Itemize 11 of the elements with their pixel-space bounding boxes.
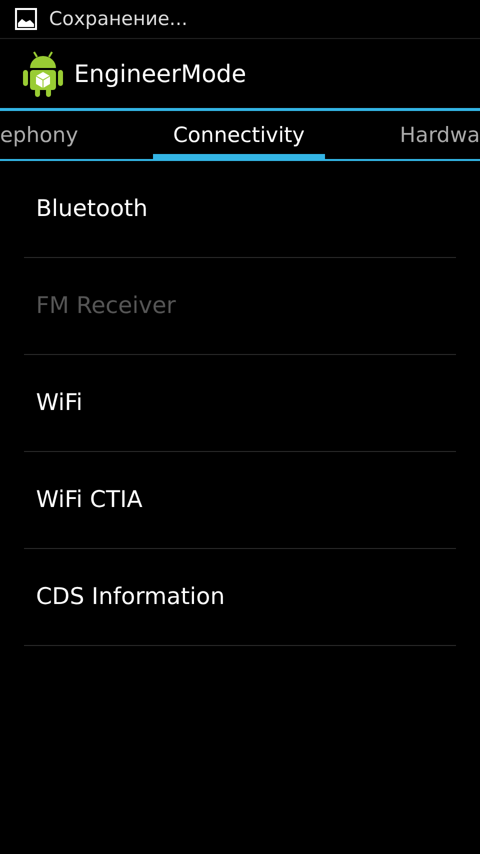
notification-text: Сохранение... — [49, 8, 188, 30]
app-title: EngineerMode — [74, 60, 246, 88]
list-item[interactable]: WiFi CTIA — [24, 452, 456, 549]
list-item[interactable]: CDS Information — [24, 549, 456, 646]
tab[interactable]: Connectivity — [153, 111, 325, 159]
tab[interactable]: Hardwa — [400, 111, 480, 159]
tab[interactable]: ephony — [0, 111, 78, 159]
list-item[interactable]: Bluetooth — [24, 161, 456, 258]
picture-icon — [15, 8, 37, 30]
list-item[interactable]: WiFi — [24, 355, 456, 452]
android-robot-icon — [22, 50, 64, 98]
